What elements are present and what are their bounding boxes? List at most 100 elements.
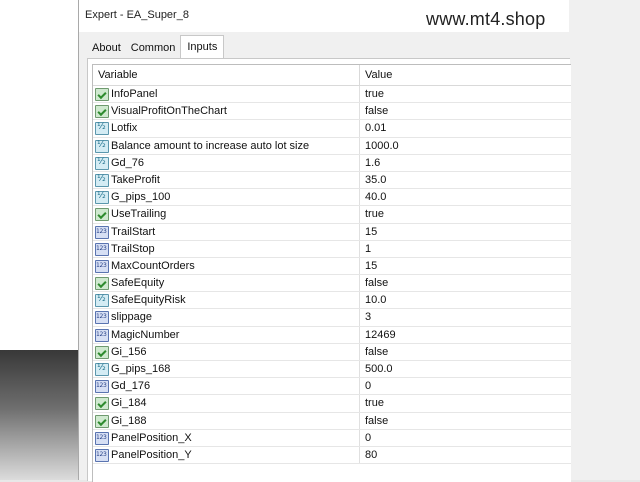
column-separator[interactable] xyxy=(359,65,360,85)
table-row[interactable]: UseTrailing true xyxy=(93,206,571,224)
row-separator xyxy=(359,257,360,275)
table-row[interactable]: G_pips_168 500.0 xyxy=(93,361,571,379)
variable-value[interactable]: 10.0 xyxy=(365,294,386,306)
variable-value[interactable]: 80 xyxy=(365,449,377,461)
row-separator xyxy=(359,292,360,309)
variable-name: Gi_184 xyxy=(111,397,147,410)
double-icon xyxy=(95,156,109,170)
variable-value[interactable]: 40.0 xyxy=(365,191,386,203)
variable-value[interactable]: 0 xyxy=(365,432,371,444)
table-row[interactable]: MagicNumber 12469 xyxy=(93,326,571,344)
window-title: Expert - EA_Super_8 xyxy=(85,9,189,21)
variable-name: slippage xyxy=(111,311,152,324)
bool-icon xyxy=(95,397,109,411)
row-separator xyxy=(359,361,360,378)
table-row[interactable]: MaxCountOrders 15 xyxy=(93,257,571,276)
table-row[interactable]: SafeEquityRisk 10.0 xyxy=(93,292,571,310)
variable-value[interactable]: false xyxy=(365,277,388,289)
double-icon xyxy=(95,363,109,376)
table-row[interactable]: VisualProfitOnTheChart false xyxy=(93,103,571,121)
row-separator xyxy=(359,137,360,154)
row-separator xyxy=(359,378,360,395)
table-header: Variable Value xyxy=(93,65,571,86)
variable-value[interactable]: 500.0 xyxy=(365,363,393,375)
row-separator xyxy=(359,412,360,429)
tab-inputs[interactable]: Inputs xyxy=(180,35,225,59)
variable-value[interactable]: 0.01 xyxy=(365,122,386,134)
row-separator xyxy=(359,395,360,412)
table-row[interactable]: PanelPosition_Y 80 xyxy=(93,446,571,465)
variable-name: TrailStart xyxy=(111,225,156,238)
double-icon xyxy=(95,122,109,136)
variable-name: G_pips_100 xyxy=(111,191,171,204)
double-icon xyxy=(95,191,109,205)
variable-value[interactable]: 12469 xyxy=(365,329,396,341)
bool-icon xyxy=(95,414,109,428)
row-separator xyxy=(359,154,360,171)
table-row[interactable]: TrailStop 1 xyxy=(93,240,571,258)
table-row[interactable]: TakeProfit 35.0 xyxy=(93,171,571,190)
row-separator xyxy=(359,446,360,464)
variable-name: Gd_76 xyxy=(111,156,145,169)
variable-name: PanelPosition_X xyxy=(111,431,192,444)
row-separator xyxy=(359,240,360,257)
double-icon xyxy=(95,139,109,153)
variable-value[interactable]: false xyxy=(365,415,388,427)
variable-value[interactable]: true xyxy=(365,88,384,100)
row-separator xyxy=(359,275,360,292)
int-icon xyxy=(95,259,109,273)
table-body: InfoPanel true VisualProfitOnTheChart false… xyxy=(93,86,571,465)
double-icon xyxy=(95,294,109,308)
variable-value[interactable]: false xyxy=(365,346,388,358)
variable-value[interactable]: 15 xyxy=(365,226,377,238)
table-row[interactable]: PanelPosition_X 0 xyxy=(93,429,571,447)
tab-about[interactable]: About xyxy=(87,37,126,58)
table-row[interactable]: slippage 3 xyxy=(93,309,571,327)
variable-name: MaxCountOrders xyxy=(111,259,195,272)
table-row[interactable]: TrailStart 15 xyxy=(93,223,571,241)
variable-value[interactable]: 1 xyxy=(365,243,371,255)
tab-common[interactable]: Common xyxy=(126,37,181,58)
column-header-variable[interactable]: Variable xyxy=(98,69,138,81)
int-icon xyxy=(95,380,109,394)
variable-value[interactable]: 0 xyxy=(365,380,371,392)
row-separator xyxy=(359,120,360,137)
variable-name: Lotfix xyxy=(111,122,138,135)
variable-value[interactable]: 15 xyxy=(365,260,377,272)
table-row[interactable]: G_pips_100 40.0 xyxy=(93,189,571,207)
column-header-value[interactable]: Value xyxy=(365,69,392,81)
background-white-area xyxy=(0,0,78,350)
row-separator xyxy=(359,171,360,189)
row-separator xyxy=(359,343,360,360)
table-row[interactable]: SafeEquity false xyxy=(93,275,571,293)
bool-icon xyxy=(95,277,109,291)
variable-name: PanelPosition_Y xyxy=(111,448,192,461)
variable-value[interactable]: 3 xyxy=(365,311,371,323)
row-separator xyxy=(359,86,360,103)
table-row[interactable]: Lotfix 0.01 xyxy=(93,120,571,138)
row-separator xyxy=(359,326,360,343)
variable-value[interactable]: false xyxy=(365,105,388,117)
table-row[interactable]: Balance amount to increase auto lot size… xyxy=(93,137,571,155)
variable-name: G_pips_168 xyxy=(111,363,171,375)
inputs-table: Variable Value InfoPanel true VisualProfit… xyxy=(92,64,571,482)
variable-value[interactable]: 1.6 xyxy=(365,157,380,169)
row-separator xyxy=(359,223,360,240)
table-row[interactable]: InfoPanel true xyxy=(93,86,571,104)
variable-value[interactable]: true xyxy=(365,208,384,220)
table-row[interactable]: Gi_188 false xyxy=(93,412,571,430)
tab-strip: About Common Inputs xyxy=(87,35,225,59)
row-separator xyxy=(359,103,360,120)
table-row[interactable]: Gi_156 false xyxy=(93,343,571,361)
variable-name: MagicNumber xyxy=(111,328,180,341)
variable-value[interactable]: 35.0 xyxy=(365,174,386,186)
variable-name: Gi_188 xyxy=(111,414,147,427)
variable-name: SafeEquityRisk xyxy=(111,294,186,307)
variable-value[interactable]: 1000.0 xyxy=(365,140,399,152)
variable-value[interactable]: true xyxy=(365,397,384,409)
variable-name: UseTrailing xyxy=(111,208,167,221)
table-row[interactable]: Gd_76 1.6 xyxy=(93,154,571,172)
background-chart-area xyxy=(0,0,78,480)
table-row[interactable]: Gi_184 true xyxy=(93,395,571,413)
table-row[interactable]: Gd_176 0 xyxy=(93,378,571,396)
